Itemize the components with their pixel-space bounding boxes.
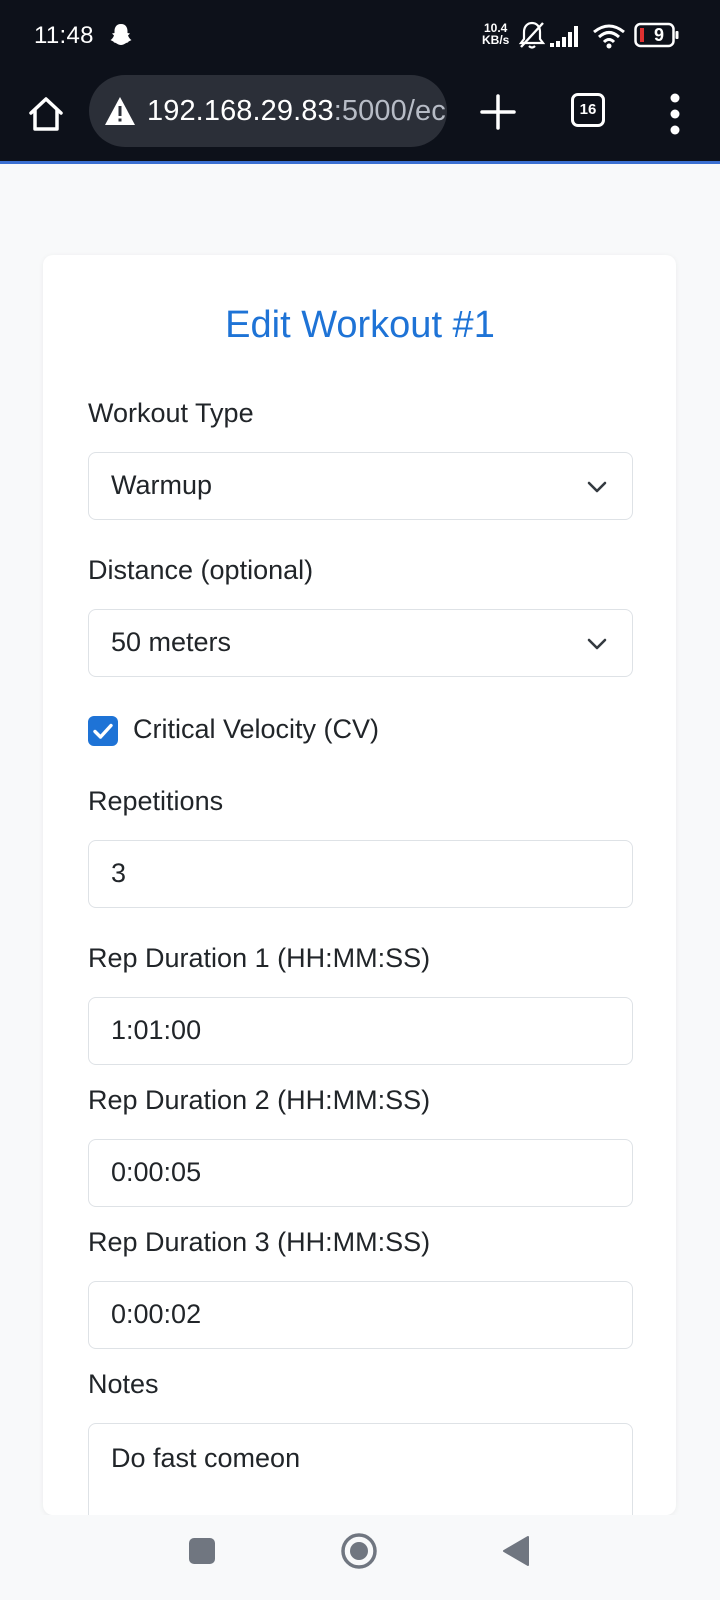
url-host: 192.168.29.83 — [147, 95, 334, 127]
notes-label: Notes — [88, 1369, 159, 1399]
circle-icon[interactable] — [340, 1532, 378, 1570]
rep-duration-2-label: Rep Duration 2 (HH:MM:SS) — [88, 1085, 431, 1115]
cv-label[interactable]: Critical Velocity (CV) — [133, 714, 379, 745]
triangle-back-icon[interactable] — [502, 1535, 530, 1567]
plus-icon[interactable] — [476, 90, 520, 134]
repetitions-label: Repetitions — [88, 786, 224, 816]
rep-duration-2-value: 0:00:05 — [111, 1157, 202, 1187]
workout-type-select[interactable]: Warmup — [88, 452, 633, 520]
net-speed-unit: KB/s — [482, 33, 510, 47]
rep-duration-3-input[interactable]: 0:00:02 — [88, 1281, 633, 1349]
snapchat-ghost-icon — [110, 24, 132, 45]
repetitions-input[interactable]: 3 — [88, 840, 633, 908]
distance-select[interactable]: 50 meters — [88, 609, 633, 677]
distance-label: Distance (optional) — [88, 555, 314, 585]
more-vert-icon[interactable] — [660, 90, 690, 138]
cv-checkbox[interactable] — [88, 716, 118, 746]
page-title: Edit Workout #1 — [225, 304, 495, 346]
browser-toolbar: 192.168.29.83:5000/ec 16 — [0, 72, 720, 164]
workout-type-value: Warmup — [111, 470, 213, 500]
wifi-icon — [593, 24, 625, 49]
distance-value: 50 meters — [111, 627, 232, 657]
url-rest: :5000/ec — [333, 95, 446, 127]
bell-off-icon — [518, 21, 546, 49]
warning-icon[interactable] — [103, 95, 137, 127]
network-speed: 10.4 KB/s — [482, 22, 509, 46]
rep-duration-3-label: Rep Duration 3 (HH:MM:SS) — [88, 1227, 431, 1257]
battery-level: 9 — [654, 25, 665, 45]
notes-value: Do fast comeon — [111, 1443, 301, 1473]
repetitions-value: 3 — [111, 858, 127, 888]
status-time: 11:48 — [34, 22, 94, 49]
chevron-down-icon — [587, 481, 607, 493]
rep-duration-2-input[interactable]: 0:00:05 — [88, 1139, 633, 1207]
status-bar: 11:48 10.4 KB/s 9 — [0, 0, 720, 72]
rep-duration-1-input[interactable]: 1:01:00 — [88, 997, 633, 1065]
workout-type-label: Workout Type — [88, 398, 254, 428]
signal-bars-icon — [550, 26, 578, 47]
check-icon — [93, 723, 113, 739]
system-nav-bar — [0, 1515, 720, 1600]
tab-switcher-button[interactable]: 16 — [571, 93, 605, 127]
chevron-down-icon — [587, 638, 607, 650]
rep-duration-1-label: Rep Duration 1 (HH:MM:SS) — [88, 943, 431, 973]
rep-duration-3-value: 0:00:02 — [111, 1299, 202, 1329]
square-icon[interactable] — [188, 1537, 216, 1565]
home-icon[interactable] — [26, 94, 66, 134]
url-text[interactable]: 192.168.29.83:5000/ec — [147, 95, 446, 128]
rep-duration-1-value: 1:01:00 — [111, 1015, 202, 1045]
address-bar[interactable]: 192.168.29.83:5000/ec — [89, 75, 447, 147]
